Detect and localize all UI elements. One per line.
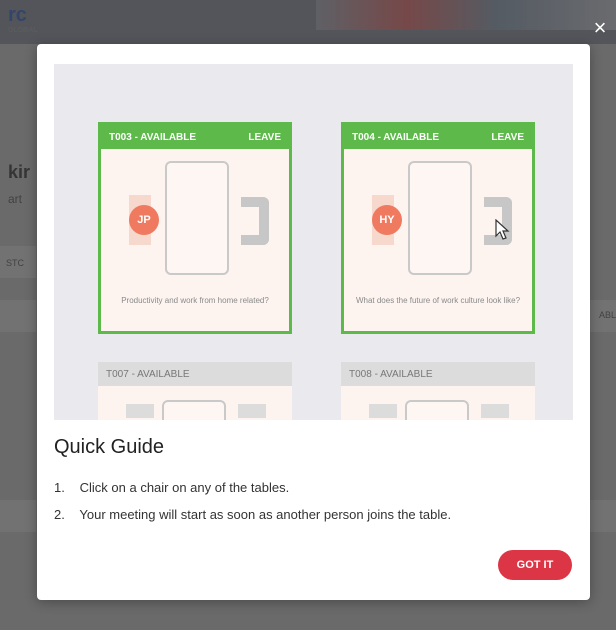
chair-empty bbox=[369, 404, 397, 418]
step-text: Your meeting will start as soon as anoth… bbox=[79, 507, 452, 522]
table-header: T003 - AVAILABLE LEAVE bbox=[101, 125, 289, 149]
table-header: T008 - AVAILABLE bbox=[341, 362, 535, 386]
table-id: T007 - AVAILABLE bbox=[106, 368, 190, 380]
table-card: T008 - AVAILABLE bbox=[341, 362, 535, 420]
got-it-button[interactable]: GOT IT bbox=[498, 550, 572, 580]
guide-preview-image: T003 - AVAILABLE LEAVE JP Productivity a… bbox=[54, 64, 573, 420]
table-shape bbox=[165, 161, 229, 275]
table-header: T007 - AVAILABLE bbox=[98, 362, 292, 386]
close-icon[interactable]: × bbox=[588, 16, 612, 40]
table-topic: What does the future of work culture loo… bbox=[355, 296, 521, 305]
chair-empty bbox=[126, 404, 154, 418]
table-id: T003 - AVAILABLE bbox=[109, 131, 197, 143]
quick-guide-modal: T003 - AVAILABLE LEAVE JP Productivity a… bbox=[37, 44, 590, 600]
chair-empty bbox=[481, 404, 509, 418]
table-header: T004 - AVAILABLE LEAVE bbox=[344, 125, 532, 149]
table-shape bbox=[405, 400, 469, 420]
avatar: HY bbox=[372, 205, 402, 235]
guide-step: 1. Click on a chair on any of the tables… bbox=[54, 480, 451, 495]
table-card: T004 - AVAILABLE LEAVE HY What does the … bbox=[341, 122, 535, 334]
guide-step: 2. Your meeting will start as soon as an… bbox=[54, 507, 451, 522]
table-topic: Productivity and work from home related? bbox=[121, 296, 269, 305]
guide-steps: 1. Click on a chair on any of the tables… bbox=[54, 480, 451, 534]
chair-empty bbox=[238, 404, 266, 418]
table-shape bbox=[408, 161, 472, 275]
avatar: JP bbox=[129, 205, 159, 235]
table-card: T003 - AVAILABLE LEAVE JP Productivity a… bbox=[98, 122, 292, 334]
leave-label: LEAVE bbox=[491, 131, 524, 143]
chair-empty bbox=[241, 197, 269, 245]
table-id: T008 - AVAILABLE bbox=[349, 368, 433, 380]
step-number: 1. bbox=[54, 480, 65, 495]
table-id: T004 - AVAILABLE bbox=[352, 131, 440, 143]
table-card: T007 - AVAILABLE bbox=[98, 362, 292, 420]
step-number: 2. bbox=[54, 507, 65, 522]
step-text: Click on a chair on any of the tables. bbox=[79, 480, 290, 495]
guide-title: Quick Guide bbox=[54, 436, 165, 458]
table-shape bbox=[162, 400, 226, 420]
cursor-icon bbox=[495, 219, 510, 240]
leave-label: LEAVE bbox=[248, 131, 281, 143]
